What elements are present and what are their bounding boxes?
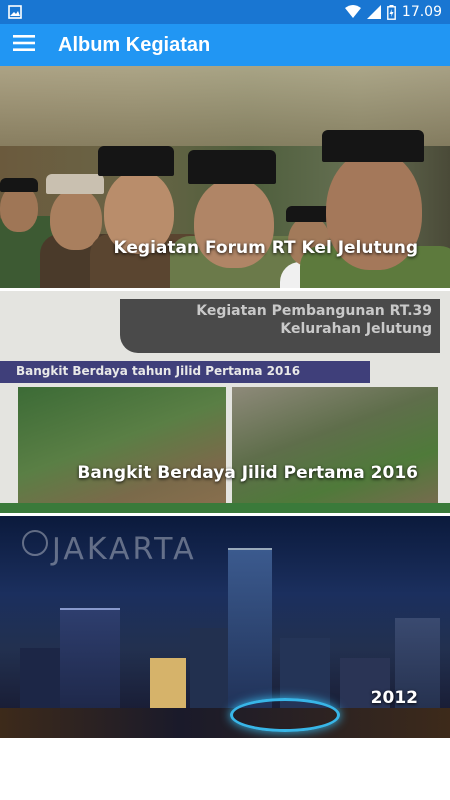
album-card-bangkit-berdaya[interactable]: Kegiatan Pembangunan RT.39 Kelurahan Jel… (0, 291, 450, 513)
globe-logo-icon (22, 530, 48, 556)
poster-title-line1: Kegiatan Pembangunan RT.39 (196, 303, 432, 319)
battery-icon (387, 4, 396, 20)
wifi-icon (344, 5, 361, 19)
status-time: 17.09 (401, 4, 442, 20)
poster-ribbon: Bangkit Berdaya tahun Jilid Pertama 2016 (16, 364, 301, 378)
album-list: Kegiatan Forum RT Kel Jelutung Kegiatan … (0, 66, 450, 741)
poster-watermark: JAKARTA (52, 532, 197, 567)
album-caption: Kegiatan Forum RT Kel Jelutung (113, 238, 419, 258)
app-bar: Album Kegiatan (0, 24, 450, 66)
album-card-forum-rt[interactable]: Kegiatan Forum RT Kel Jelutung (0, 66, 450, 288)
image-notification-icon (8, 5, 22, 19)
fountain (230, 698, 340, 732)
signal-icon (366, 5, 381, 19)
status-bar: 17.09 (0, 0, 450, 24)
album-caption: Bangkit Berdaya Jilid Pertama 2016 (77, 463, 418, 483)
album-card-2012[interactable]: JAKARTA 2012 (0, 516, 450, 738)
album-caption: 2012 (370, 688, 418, 708)
hamburger-menu-icon (13, 35, 35, 55)
page-title: Album Kegiatan (58, 33, 211, 56)
menu-button[interactable] (0, 24, 48, 66)
poster-title-line2: Kelurahan Jelutung (280, 321, 432, 337)
